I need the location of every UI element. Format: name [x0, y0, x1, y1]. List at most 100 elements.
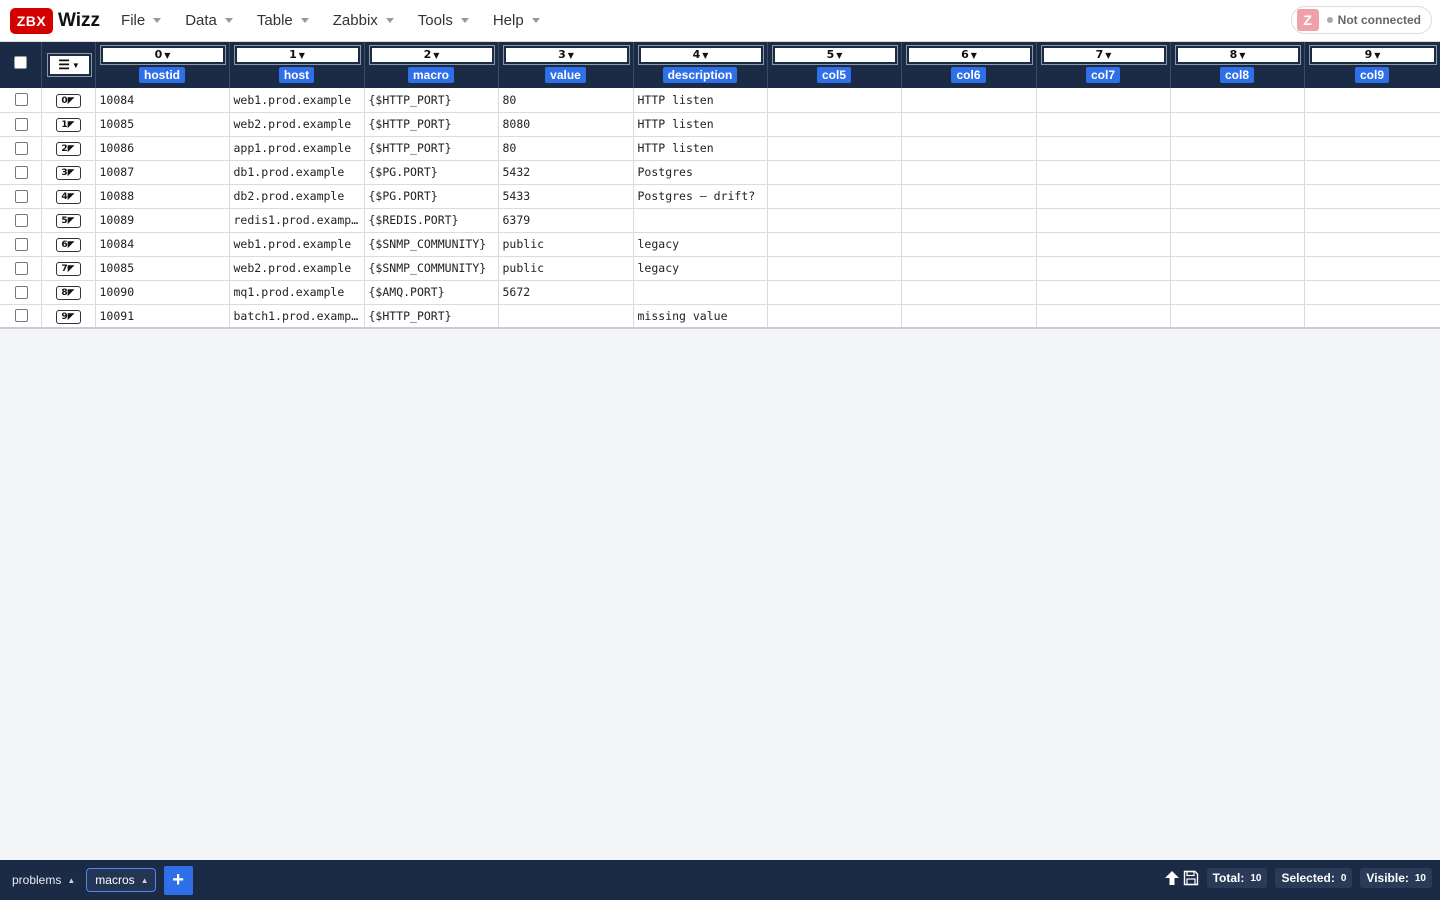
column-menu-button[interactable]: 7 ▼ — [1040, 45, 1167, 65]
table-cell[interactable] — [767, 304, 902, 329]
column-menu-button[interactable]: 3 ▼ — [502, 45, 630, 65]
table-cell[interactable] — [1170, 136, 1305, 161]
column-menu-button[interactable]: 1 ▼ — [233, 45, 361, 65]
row-menu-button[interactable]: 4◤ — [55, 190, 81, 204]
save-icon[interactable] — [1183, 870, 1199, 886]
table-cell[interactable]: 10089 — [95, 208, 230, 233]
table-cell[interactable] — [1036, 112, 1171, 137]
table-cell[interactable]: 10090 — [95, 280, 230, 305]
menu-table[interactable]: Table — [257, 12, 309, 29]
table-cell[interactable] — [1170, 256, 1305, 281]
column-name[interactable]: col5 — [816, 67, 851, 83]
table-cell[interactable]: web1.prod.example — [229, 232, 365, 257]
table-cell[interactable]: {$AMQ.PORT} — [364, 280, 499, 305]
table-cell[interactable] — [498, 304, 634, 329]
table-cell[interactable]: redis1.prod.example — [229, 208, 365, 233]
table-cell[interactable] — [1036, 256, 1171, 281]
table-cell[interactable]: {$SNMP_COMMUNITY} — [364, 232, 499, 257]
table-cell[interactable]: {$HTTP_PORT} — [364, 88, 499, 113]
column-menu-button[interactable]: 4 ▼ — [637, 45, 764, 65]
table-cell[interactable]: Postgres — drift? — [633, 184, 768, 209]
table-cell[interactable]: Postgres — [633, 160, 768, 185]
menu-help[interactable]: Help — [493, 12, 540, 29]
table-cell[interactable]: {$PG.PORT} — [364, 184, 499, 209]
row-menu-button[interactable]: 0◤ — [55, 93, 81, 108]
column-menu-button[interactable]: 6 ▼ — [905, 45, 1033, 65]
table-cell[interactable]: 10088 — [95, 184, 230, 209]
menu-data[interactable]: Data — [185, 12, 233, 29]
table-cell[interactable] — [1170, 160, 1305, 185]
tab-problems[interactable]: problems ▲ — [12, 873, 75, 887]
table-cell[interactable] — [901, 280, 1037, 305]
table-cell[interactable] — [901, 184, 1037, 209]
table-cell[interactable]: 10085 — [95, 256, 230, 281]
table-cell[interactable]: batch1.prod.example — [229, 304, 365, 329]
table-cell[interactable] — [633, 280, 768, 305]
table-cell[interactable]: app1.prod.example — [229, 136, 365, 161]
tab-macros[interactable]: macros ▲ — [86, 868, 156, 892]
table-cell[interactable]: HTTP listen — [633, 88, 768, 113]
table-cell[interactable]: web1.prod.example — [229, 88, 365, 113]
table-cell[interactable] — [1036, 280, 1171, 305]
column-menu-button[interactable]: 5 ▼ — [771, 45, 898, 65]
row-checkbox[interactable] — [15, 237, 28, 251]
table-cell[interactable] — [767, 112, 902, 137]
table-cell[interactable]: {$HTTP_PORT} — [364, 304, 499, 329]
table-cell[interactable] — [901, 136, 1037, 161]
table-cell[interactable]: 80 — [498, 88, 634, 113]
table-cell[interactable] — [901, 208, 1037, 233]
table-cell[interactable]: 10086 — [95, 136, 230, 161]
table-cell[interactable] — [1170, 280, 1305, 305]
table-cell[interactable] — [1170, 88, 1305, 113]
table-cell[interactable] — [1304, 256, 1440, 281]
table-cell[interactable]: web2.prod.example — [229, 256, 365, 281]
table-cell[interactable] — [1304, 136, 1440, 161]
table-cell[interactable]: public — [498, 232, 634, 257]
row-menu-button[interactable]: 7◤ — [55, 262, 81, 276]
table-cell[interactable]: 5672 — [498, 280, 634, 305]
table-cell[interactable] — [1304, 208, 1440, 233]
row-checkbox[interactable] — [15, 93, 28, 107]
table-menu-button[interactable]: ☰ ▼ — [46, 53, 92, 77]
table-cell[interactable] — [1304, 184, 1440, 209]
column-menu-button[interactable]: 0 ▼ — [99, 45, 226, 65]
menu-tools[interactable]: Tools — [418, 12, 469, 29]
table-cell[interactable]: {$HTTP_PORT} — [364, 112, 499, 137]
table-cell[interactable] — [1304, 280, 1440, 305]
table-cell[interactable] — [1170, 304, 1305, 329]
menu-file[interactable]: File — [121, 12, 162, 29]
table-cell[interactable]: 10084 — [95, 232, 230, 257]
row-checkbox[interactable] — [15, 141, 28, 155]
table-cell[interactable]: {$SNMP_COMMUNITY} — [364, 256, 499, 281]
column-menu-button[interactable]: 2 ▼ — [368, 45, 495, 65]
table-cell[interactable]: {$PG.PORT} — [364, 160, 499, 185]
table-cell[interactable] — [901, 256, 1037, 281]
row-checkbox[interactable] — [15, 189, 28, 203]
table-cell[interactable]: web2.prod.example — [229, 112, 365, 137]
table-cell[interactable]: {$HTTP_PORT} — [364, 136, 499, 161]
table-cell[interactable] — [1304, 88, 1440, 113]
table-cell[interactable]: legacy — [633, 232, 768, 257]
table-cell[interactable] — [1304, 232, 1440, 257]
column-menu-button[interactable]: 9 ▼ — [1308, 45, 1437, 65]
upload-icon[interactable] — [1163, 869, 1181, 887]
row-menu-button[interactable]: 5◤ — [55, 214, 81, 228]
table-cell[interactable] — [767, 88, 902, 113]
table-cell[interactable] — [1036, 160, 1171, 185]
table-cell[interactable]: db1.prod.example — [229, 160, 365, 185]
row-checkbox[interactable] — [15, 285, 28, 299]
table-cell[interactable] — [1036, 232, 1171, 257]
table-cell[interactable] — [901, 160, 1037, 185]
row-menu-button[interactable]: 3◤ — [55, 166, 81, 180]
table-cell[interactable] — [901, 112, 1037, 137]
table-cell[interactable] — [1170, 208, 1305, 233]
table-cell[interactable]: 10084 — [95, 88, 230, 113]
row-menu-button[interactable]: 1◤ — [55, 118, 81, 132]
table-cell[interactable]: 10085 — [95, 112, 230, 137]
select-all-checkbox[interactable] — [14, 56, 27, 69]
connection-status-button[interactable]: Z Not connected — [1290, 6, 1432, 34]
table-cell[interactable]: 6379 — [498, 208, 634, 233]
table-cell[interactable]: legacy — [633, 256, 768, 281]
column-menu-button[interactable]: 8 ▼ — [1174, 45, 1301, 65]
table-cell[interactable]: HTTP listen — [633, 136, 768, 161]
